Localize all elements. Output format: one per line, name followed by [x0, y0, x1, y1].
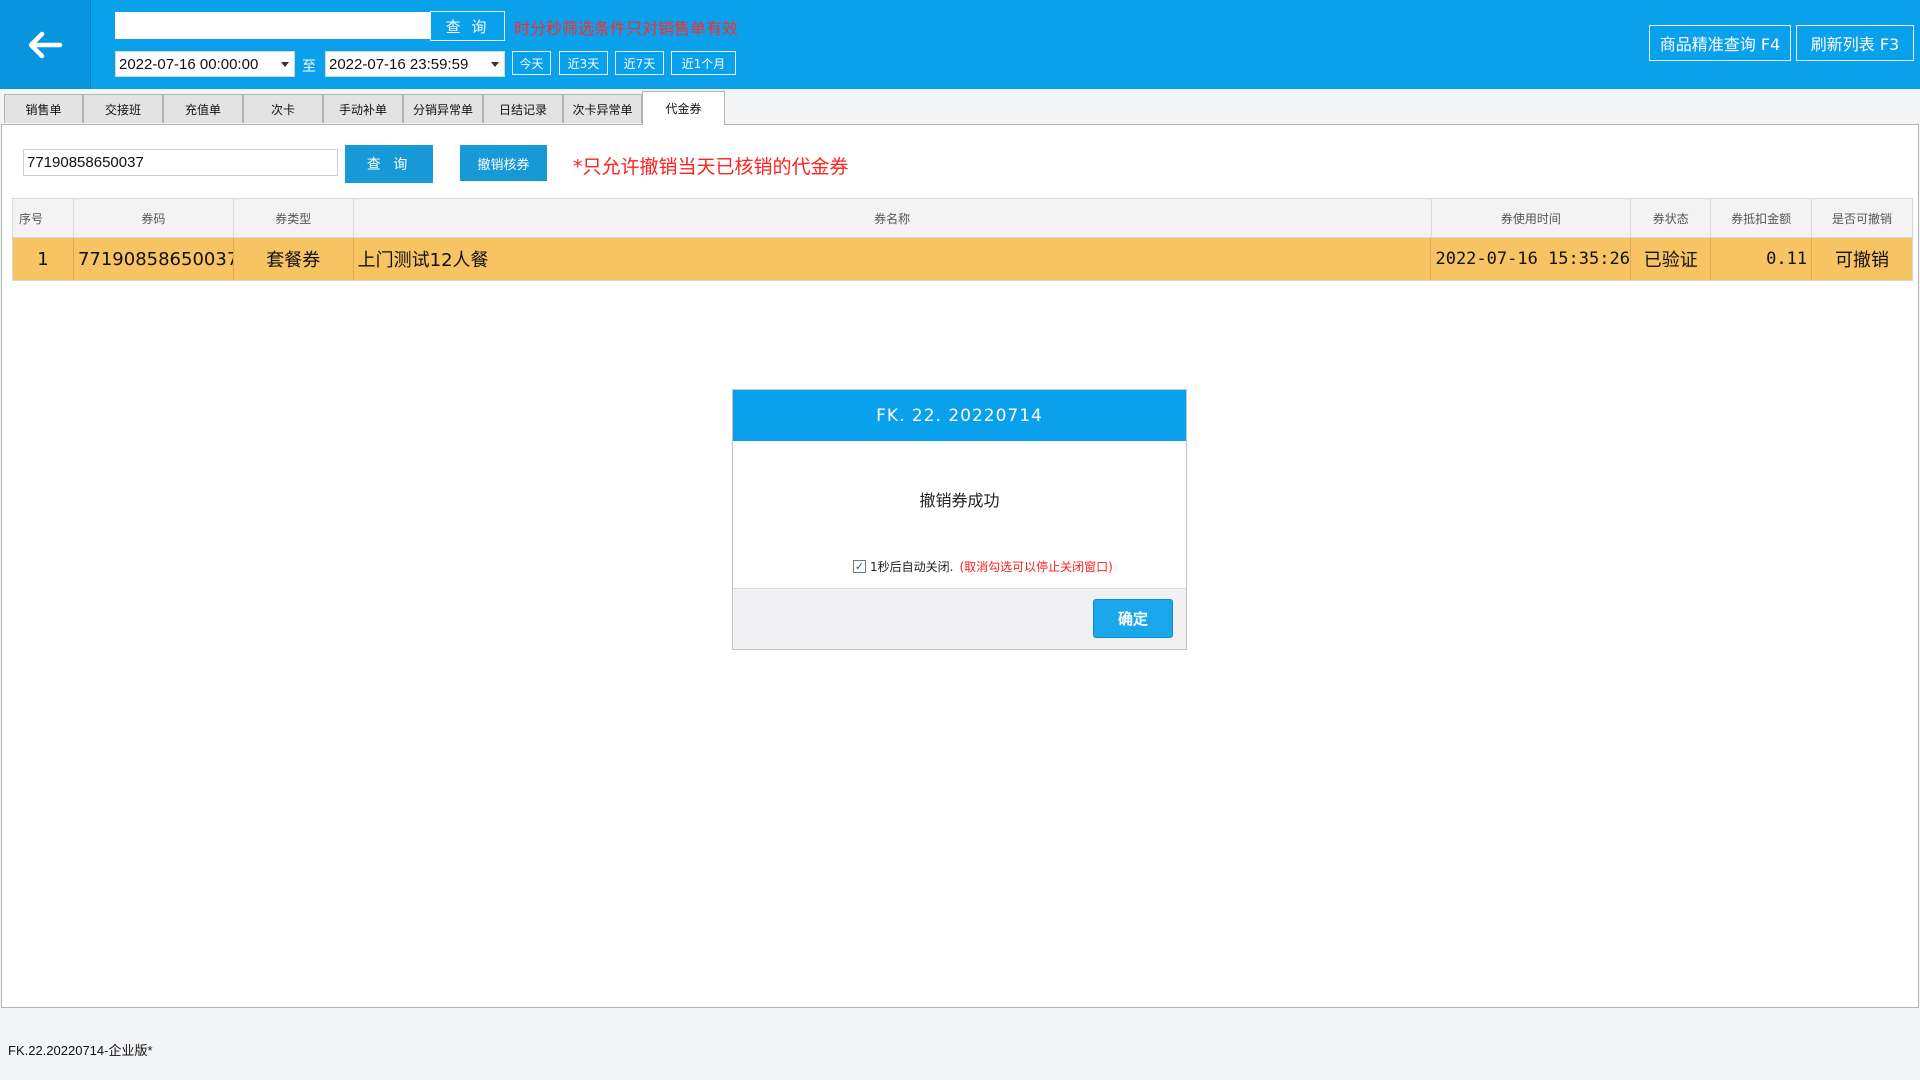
product-exact-query-button[interactable]: 商品精准查询 F4	[1649, 25, 1791, 61]
quick-today-button[interactable]: 今天	[512, 51, 551, 75]
row-revocable: 可撤销	[1835, 250, 1890, 271]
tab-recharge-orders[interactable]: 充值单	[163, 94, 243, 123]
col-index-header: 序号	[13, 199, 74, 237]
date-from-value: 2022-07-16 00:00:00	[119, 55, 259, 73]
voucher-query-button[interactable]: 查 询	[345, 145, 433, 183]
refresh-list-button[interactable]: 刷新列表 F3	[1796, 25, 1914, 61]
tab-count-card-exceptions[interactable]: 次卡异常单	[563, 94, 642, 123]
quick-1month-button[interactable]: 近1个月	[671, 51, 736, 75]
row-code: 77190858650037	[74, 238, 234, 280]
auto-close-note: (取消勾选可以停止关闭窗口)	[959, 560, 1113, 574]
row-type: 套餐券	[234, 238, 354, 280]
voucher-table: 序号 券码 券类型 券名称 券使用时间 券状态 券抵扣金额 是否可撤销 1 77…	[12, 198, 1913, 281]
dialog-footer: 确定	[733, 588, 1186, 649]
row-time: 2022-07-16 15:35:26	[1431, 238, 1632, 280]
row-amount: 0.11	[1711, 238, 1813, 280]
time-filter-hint: 时分秒筛选条件只对销售单有效	[514, 19, 739, 38]
col-amount-header: 券抵扣金额	[1711, 199, 1813, 237]
col-name-header: 券名称	[354, 199, 1432, 237]
order-search-input[interactable]	[115, 12, 430, 39]
dialog-message: 撤销券成功	[919, 491, 1000, 510]
quick-7days-button[interactable]: 近7天	[615, 51, 664, 75]
voucher-code-input[interactable]	[23, 149, 338, 176]
tab-bar: 销售单 交接班 充值单 次卡 手动补单 分销异常单 日结记录 次卡异常单 代金券	[0, 89, 1920, 125]
tab-daily-settlement[interactable]: 日结记录	[483, 94, 563, 123]
ok-button[interactable]: 确定	[1093, 599, 1173, 638]
col-type-header: 券类型	[234, 199, 354, 237]
back-button[interactable]	[0, 0, 91, 89]
auto-close-checkbox[interactable]: ✓	[853, 560, 866, 573]
table-header: 序号 券码 券类型 券名称 券使用时间 券状态 券抵扣金额 是否可撤销	[12, 198, 1913, 238]
date-range-separator: 至	[302, 59, 316, 75]
date-to-picker[interactable]: 2022-07-16 23:59:59	[325, 51, 505, 77]
col-status-header: 券状态	[1631, 199, 1712, 237]
date-to-value: 2022-07-16 23:59:59	[329, 55, 469, 73]
top-query-button[interactable]: 查 询	[430, 11, 505, 41]
revoke-warning: *只允许撤销当天已核销的代金券	[573, 156, 849, 178]
col-code-header: 券码	[74, 199, 234, 237]
col-revocable-header: 是否可撤销	[1832, 211, 1893, 226]
auto-close-option: ✓ 1秒后自动关闭. (取消勾选可以停止关闭窗口)	[853, 558, 1113, 575]
version-status: FK.22.20220714-企业版*	[8, 1043, 153, 1058]
arrow-left-icon	[28, 31, 63, 58]
tab-shift-handover[interactable]: 交接班	[83, 94, 163, 123]
row-name: 上门测试12人餐	[354, 238, 1432, 280]
col-time-header: 券使用时间	[1432, 199, 1632, 237]
success-dialog: FK. 22. 20220714 撤销券成功 ✓ 1秒后自动关闭. (取消勾选可…	[732, 389, 1187, 650]
tab-distribution-exceptions[interactable]: 分销异常单	[403, 94, 483, 123]
revoke-voucher-button[interactable]: 撤销核券	[460, 145, 547, 181]
row-status: 已验证	[1631, 238, 1712, 280]
dialog-title: FK. 22. 20220714	[733, 390, 1186, 441]
tab-vouchers[interactable]: 代金券	[642, 91, 725, 125]
chevron-down-icon	[281, 62, 289, 67]
date-from-picker[interactable]: 2022-07-16 00:00:00	[115, 51, 295, 77]
tab-count-cards[interactable]: 次卡	[243, 94, 323, 123]
row-index: 1	[13, 238, 74, 280]
tab-manual-orders[interactable]: 手动补单	[323, 94, 403, 123]
tab-sales-orders[interactable]: 销售单	[4, 94, 83, 123]
quick-3days-button[interactable]: 近3天	[559, 51, 608, 75]
chevron-down-icon	[491, 62, 499, 67]
table-row[interactable]: 1 77190858650037 套餐券 上门测试12人餐 2022-07-16…	[12, 238, 1913, 281]
auto-close-label: 1秒后自动关闭.	[870, 560, 954, 574]
top-toolbar: 查 询 时分秒筛选条件只对销售单有效 2022-07-16 00:00:00 至…	[0, 0, 1920, 89]
